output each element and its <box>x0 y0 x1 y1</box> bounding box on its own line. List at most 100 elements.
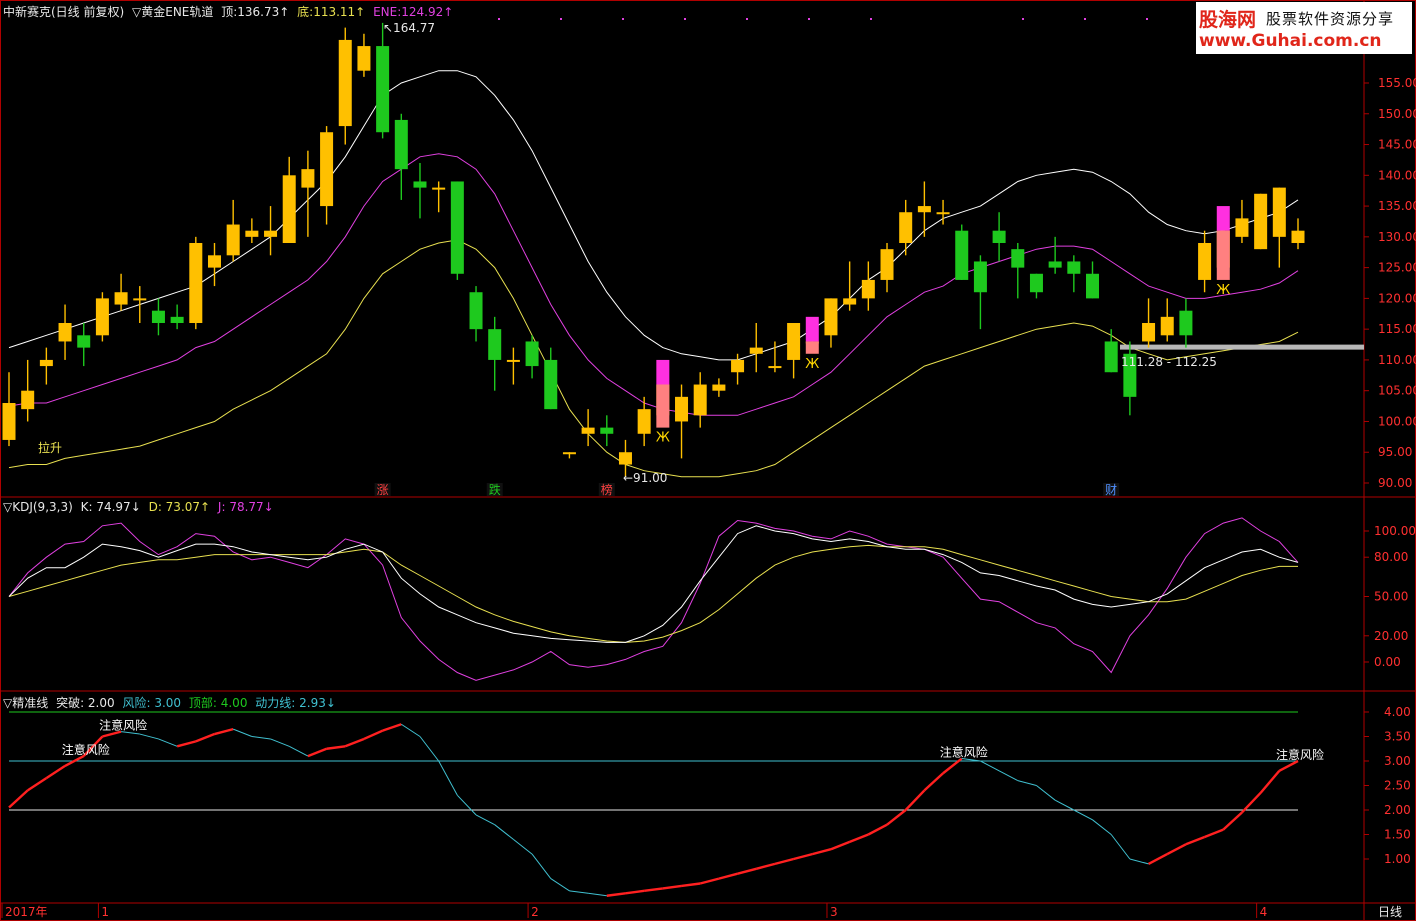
power-line-up <box>644 887 663 893</box>
power-line-up <box>27 777 48 792</box>
power-line-up <box>737 867 757 875</box>
top-dot-mark <box>560 18 562 20</box>
logo-name: 股海网 <box>1199 9 1257 31</box>
top-label: 顶: <box>221 5 238 19</box>
candle-up <box>282 175 296 243</box>
site-logo: 股海网 股票软件资源分享 www.Guhai.com.cn <box>1196 2 1412 54</box>
candle-up <box>917 206 931 213</box>
period-label: 日线 <box>1378 905 1402 919</box>
top-dot-mark <box>622 18 624 20</box>
line-tick-label: 1.50 <box>1384 828 1411 842</box>
price-tick-label: 130.00 <box>1378 230 1416 244</box>
kdj-tick-label: 20.00 <box>1374 629 1408 643</box>
power-line-down <box>1073 809 1093 821</box>
power-line-down <box>1017 780 1037 786</box>
bottom-label: 底: <box>297 5 314 19</box>
price-tick-label: 120.00 <box>1378 291 1416 305</box>
power-line-down <box>998 770 1019 782</box>
power-line-up <box>307 747 328 758</box>
lasheng-label: 拉升 <box>38 440 62 455</box>
indicator-name[interactable]: ▽黄金ENE轨道 <box>132 5 213 19</box>
candle-up <box>264 230 278 237</box>
candle-up <box>320 132 334 207</box>
power-line-up <box>923 772 944 792</box>
candle-up <box>21 390 35 410</box>
risk-warning-label: 注意风险 <box>99 718 147 733</box>
candle-down <box>413 181 427 188</box>
candle-up <box>133 298 147 301</box>
power-line-down <box>139 733 159 740</box>
main-panel-header: 中新赛克(日线 前复权) ▽黄金ENE轨道 顶:136.73↑ 底:113.11… <box>3 3 453 20</box>
power-line-down <box>1092 819 1112 835</box>
power-line-down <box>588 892 607 897</box>
power-line-up <box>326 745 346 750</box>
power-line-down <box>475 814 495 826</box>
candle-up <box>207 255 221 268</box>
range-label: 111.28 - 112.25 <box>1121 355 1217 369</box>
price-tick-label: 140.00 <box>1378 168 1416 182</box>
risk-warning-label: 注意风险 <box>1276 747 1324 762</box>
stock-title: 中新赛克(日线 前复权) <box>3 5 125 19</box>
candle-up <box>861 279 875 299</box>
candle-down <box>469 292 483 330</box>
price-tick-label: 125.00 <box>1378 261 1416 275</box>
candle-up <box>189 243 203 323</box>
power-line-down <box>494 824 514 840</box>
price-tick-label: 90.00 <box>1378 476 1412 490</box>
price-tick-label: 145.00 <box>1378 138 1416 152</box>
butterfly-icon: Ж <box>1216 283 1230 298</box>
line-tick-label: 4.00 <box>1384 705 1411 719</box>
candle-up <box>749 347 763 354</box>
x-axis-label: 1 <box>101 905 109 919</box>
power-line-up <box>1222 811 1243 831</box>
candle-down <box>1029 273 1043 293</box>
top-dot-mark <box>1084 18 1086 20</box>
candle-up <box>357 46 371 71</box>
candle-down <box>600 427 614 434</box>
price-tick-label: 135.00 <box>1378 199 1416 213</box>
power-line-up <box>662 884 682 890</box>
candle-down <box>973 261 987 293</box>
stock-chart-canvas[interactable]: Ж Ж Ж ↖164.77 ←91.00 111.28 - 112.25 拉升涨 跌 榜 财 注意… <box>0 0 1416 921</box>
line-tick-label: 2.00 <box>1384 803 1411 817</box>
candle-up <box>581 427 595 434</box>
kdj-tick-label: 100.00 <box>1374 524 1416 538</box>
event-marker: 财 <box>1105 483 1117 497</box>
price-tick-label: 95.00 <box>1378 445 1412 459</box>
candle-down <box>1179 310 1193 336</box>
power-line-up <box>830 840 851 851</box>
line-indicator-name[interactable]: ▽精准线 <box>3 696 48 710</box>
kdj-name[interactable]: ▽KDJ(9,3,3) <box>3 500 73 514</box>
signal-candle-bottom <box>656 384 670 428</box>
candle-up <box>824 298 838 336</box>
power-line-up <box>811 848 832 856</box>
power-line-value: 动力线: 2.93↓ <box>255 696 336 710</box>
top-dot-mark <box>1146 18 1148 20</box>
candle-down <box>955 230 969 280</box>
power-line-up <box>1185 835 1206 846</box>
price-tick-label: 105.00 <box>1378 384 1416 398</box>
candle-up <box>2 403 16 440</box>
price-tick-label: 110.00 <box>1378 353 1416 367</box>
signal-candle-top <box>656 359 670 385</box>
event-marker: 榜 <box>601 482 613 497</box>
kdj-k-line <box>8 525 1299 643</box>
candle-up <box>39 359 53 367</box>
power-line-down <box>401 723 421 737</box>
top-dot-mark <box>746 18 748 20</box>
risk-warning-label: 注意风险 <box>62 742 110 757</box>
x-axis-label: 3 <box>830 905 838 919</box>
candle-down <box>376 46 390 133</box>
logo-url: www.Guhai.com.cn <box>1199 31 1382 51</box>
price-tick-label: 150.00 <box>1378 107 1416 121</box>
line-tick-label: 1.00 <box>1384 852 1411 866</box>
line-panel-header: ▽精准线 突破: 2.00 风险: 3.00 顶部: 4.00 动力线: 2.9… <box>3 694 336 711</box>
top-dot-mark <box>870 18 872 20</box>
top-dot-mark <box>498 18 500 20</box>
candle-down <box>1067 261 1081 274</box>
x-axis-label: 2 <box>531 905 539 919</box>
power-line-up <box>176 740 197 748</box>
power-line-down <box>569 890 589 894</box>
candle-up <box>1235 218 1249 237</box>
top-dot-mark <box>684 18 686 20</box>
